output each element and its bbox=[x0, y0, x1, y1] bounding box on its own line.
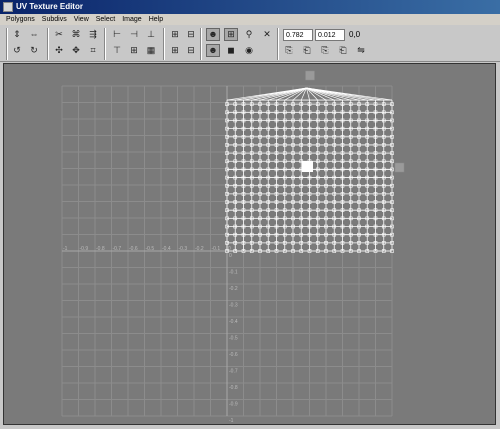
app-icon bbox=[3, 2, 13, 12]
grid-snap-icon[interactable]: ⊞ bbox=[127, 44, 141, 57]
title-bar: UV Texture Editor bbox=[0, 0, 500, 14]
paste-uv-icon[interactable]: ⎗ bbox=[300, 44, 314, 57]
move-sew-icon[interactable]: ⇶ bbox=[86, 28, 100, 41]
toggle-grid-icon[interactable]: ⊞ bbox=[224, 28, 238, 41]
snap-icon[interactable]: ⚲ bbox=[242, 28, 256, 41]
toggle-shaded-icon[interactable]: ☻ bbox=[206, 28, 220, 41]
copy-uv-icon[interactable]: ⎘ bbox=[282, 44, 296, 57]
toolbar: ⇕⇔✂⌘⇶⊢⊣⊥⊞⊟☻⊞⚲✕ ↺↻✣✥⌗⊤⊞▦⊞⊟☻◼◉⎘⎗⎘⎗⇋ 0,0 bbox=[0, 25, 500, 62]
texture-display-icon[interactable]: ☻ bbox=[206, 44, 220, 57]
uv-viewport[interactable]: -1 -0.9 -0.8 -0.7 -0.6 -0.5 -0.4 -0.3 -0.2 -0.1 0 0… bbox=[3, 63, 496, 425]
u-axis-label: -0.8 bbox=[96, 246, 105, 252]
u-value-field[interactable] bbox=[283, 29, 313, 41]
window-title: UV Texture Editor bbox=[16, 2, 83, 11]
v-axis-label: -0.8 bbox=[229, 385, 238, 391]
toolbar-separator bbox=[104, 28, 106, 60]
layout-icon[interactable]: ▦ bbox=[144, 44, 158, 57]
uv-grid-canvas[interactable]: -1 -0.9 -0.8 -0.7 -0.6 -0.5 -0.4 -0.3 -0.2 -0.1 00… bbox=[4, 64, 495, 424]
viewport-background bbox=[4, 64, 495, 424]
cycle-uv-icon[interactable]: ⇋ bbox=[354, 44, 368, 57]
image-ratio-icon[interactable]: ⊟ bbox=[184, 44, 198, 57]
menu-image[interactable]: Image bbox=[122, 14, 141, 25]
align-left-icon[interactable]: ⊢ bbox=[110, 28, 124, 41]
smudge-icon[interactable]: ⌗ bbox=[86, 44, 100, 57]
menu-polygons[interactable]: Polygons bbox=[6, 14, 35, 25]
u-axis-label: -1 bbox=[63, 246, 68, 252]
grid-uv-icon[interactable]: ⊞ bbox=[168, 28, 182, 41]
dim-image-icon[interactable]: ◼ bbox=[224, 44, 238, 57]
pin-icon[interactable]: ✕ bbox=[260, 28, 274, 41]
v-axis-label: -0.1 bbox=[229, 270, 238, 276]
sew-uv-icon[interactable]: ⌘ bbox=[69, 28, 83, 41]
rotate-cw-icon[interactable]: ↻ bbox=[27, 44, 41, 57]
u-axis-label: -0.5 bbox=[146, 246, 155, 252]
u-axis-label: -0.1 bbox=[212, 246, 221, 252]
u-axis-label: -0.4 bbox=[162, 246, 171, 252]
align-top-icon[interactable]: ⊤ bbox=[110, 44, 124, 57]
u-axis-label: -0.7 bbox=[113, 246, 122, 252]
menu-bar: Polygons Subdivs View Select Image Help bbox=[0, 14, 500, 25]
toolbar-separator bbox=[277, 28, 279, 60]
toolbar-separator bbox=[163, 28, 165, 60]
rotate-ccw-icon[interactable]: ↺ bbox=[10, 44, 24, 57]
v-axis-label: -0.7 bbox=[229, 369, 238, 375]
v-axis-label: -1 bbox=[229, 418, 234, 424]
align-right-icon[interactable]: ⊣ bbox=[127, 28, 141, 41]
paste-v-icon[interactable]: ⎗ bbox=[336, 44, 350, 57]
relax-icon[interactable]: ✥ bbox=[69, 44, 83, 57]
flip-u-icon[interactable]: ⇕ bbox=[10, 28, 24, 41]
u-axis-label: -0.9 bbox=[80, 246, 89, 252]
v-axis-label: -0.5 bbox=[229, 336, 238, 342]
menu-view[interactable]: View bbox=[74, 14, 89, 25]
layout-uv-icon[interactable]: ⊟ bbox=[184, 28, 198, 41]
toolbar-separator bbox=[47, 28, 49, 60]
menu-subdivs[interactable]: Subdivs bbox=[42, 14, 67, 25]
v-axis-label: -0.6 bbox=[229, 352, 238, 358]
move-v-handle bbox=[305, 70, 315, 81]
flip-v-icon[interactable]: ⇔ bbox=[27, 28, 41, 41]
toolbar-separator bbox=[6, 28, 8, 60]
image-range-icon[interactable]: ⊞ bbox=[168, 44, 182, 57]
unfold-icon[interactable]: ✣ bbox=[52, 44, 66, 57]
move-u-handle bbox=[394, 162, 405, 173]
paste-u-icon[interactable]: ⎘ bbox=[318, 44, 332, 57]
selected-uv-point bbox=[302, 161, 313, 172]
u-axis-label: -0.2 bbox=[195, 246, 204, 252]
menu-help[interactable]: Help bbox=[149, 14, 163, 25]
align-bottom-icon[interactable]: ⊥ bbox=[144, 28, 158, 41]
cut-uv-icon[interactable]: ✂ bbox=[52, 28, 66, 41]
v-axis-label: -0.9 bbox=[229, 402, 238, 408]
uv-origin-label: 0,0 bbox=[349, 30, 361, 39]
checker-icon[interactable]: ◉ bbox=[242, 44, 256, 57]
v-value-field[interactable] bbox=[315, 29, 345, 41]
v-axis-label: -0.2 bbox=[229, 286, 238, 292]
toolbar-separator bbox=[200, 28, 202, 60]
menu-select[interactable]: Select bbox=[96, 14, 115, 25]
v-axis-label: 0 bbox=[229, 253, 232, 259]
v-axis-label: -0.3 bbox=[229, 303, 238, 309]
u-axis-label: -0.6 bbox=[129, 246, 138, 252]
v-axis-label: -0.4 bbox=[229, 319, 238, 325]
u-axis-label: -0.3 bbox=[179, 246, 188, 252]
